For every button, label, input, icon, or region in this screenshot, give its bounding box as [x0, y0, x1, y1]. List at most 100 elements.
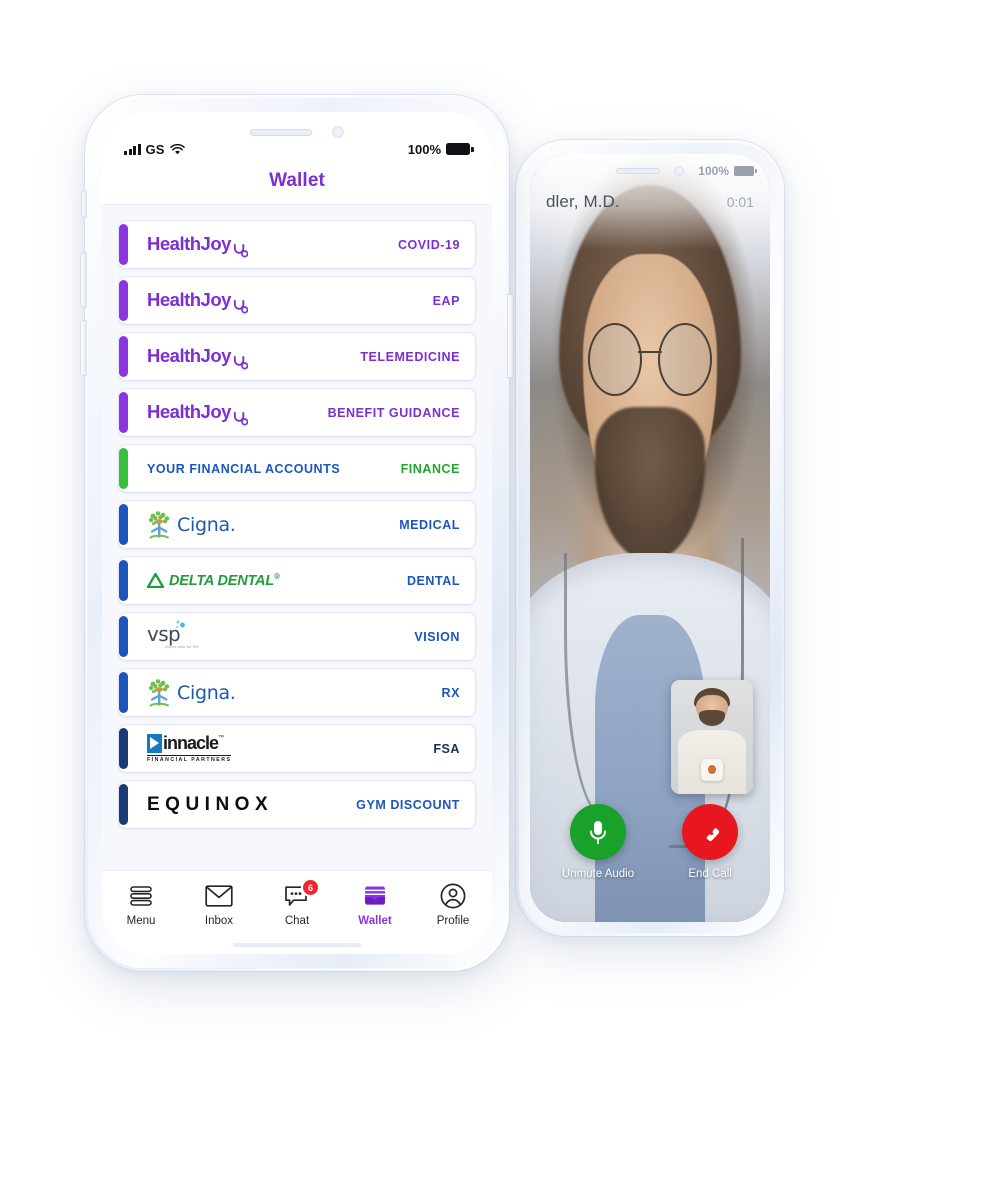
- vsp-tagline: vision care for life: [165, 645, 199, 649]
- volume-up-button[interactable]: [81, 253, 86, 307]
- card-color-bar: [119, 224, 128, 265]
- self-view-held-device: [700, 758, 724, 782]
- end-call-circle[interactable]: [682, 804, 739, 860]
- call-controls: Unmute Audio End Call: [530, 804, 770, 880]
- healthjoy-logo: HealthJoy: [133, 221, 248, 268]
- card-category: FINANCE: [400, 461, 460, 476]
- vsp-dots-icon: [175, 620, 185, 629]
- tab-wallet-label: Wallet: [358, 915, 392, 927]
- cigna-tree-icon: [148, 678, 170, 706]
- wallet-card-benefit-guidance[interactable]: HealthJoy BENEFIT GUIDANCE: [119, 389, 475, 436]
- cigna-logo: Cigna: [133, 501, 236, 548]
- video-battery-percent: 100%: [698, 164, 729, 178]
- card-category: COVID-19: [397, 237, 460, 252]
- volume-down-button[interactable]: [81, 321, 86, 375]
- card-color-bar: [119, 560, 128, 601]
- wallet-card-eap[interactable]: HealthJoy EAP: [119, 277, 475, 324]
- telemedicine-phone: 100% dler, M.D. 0:01 Unmute Audio End Ca…: [516, 140, 784, 936]
- microphone-icon: [590, 821, 606, 844]
- card-color-bar: [119, 616, 128, 657]
- mute-switch-button[interactable]: [82, 191, 86, 217]
- card-color-bar: [119, 504, 128, 545]
- cigna-wordmark: Cigna: [177, 514, 236, 536]
- delta-dental-wordmark: DELTA DENTAL®: [169, 572, 280, 589]
- power-button[interactable]: [508, 295, 513, 377]
- tab-menu-label: Menu: [126, 915, 156, 927]
- card-category: FSA: [433, 741, 460, 756]
- card-color-bar: [119, 784, 128, 825]
- status-bar-left: GS: [124, 142, 185, 157]
- tab-wallet[interactable]: Wallet: [343, 883, 407, 927]
- wifi-icon: [169, 143, 185, 154]
- tab-menu[interactable]: Menu: [109, 883, 173, 927]
- financial-accounts-label: YOUR FINANCIAL ACCOUNTS: [147, 461, 341, 476]
- wallet-card-covid-19[interactable]: HealthJoy COVID-19: [119, 221, 475, 268]
- card-category: EAP: [432, 293, 460, 308]
- delta-dental-logo: DELTA DENTAL®: [133, 557, 280, 604]
- person-circle-icon: [440, 883, 466, 909]
- equinox-logo: EQUINOX: [133, 781, 273, 828]
- end-call-label: End Call: [688, 868, 732, 880]
- battery-full-icon: [734, 166, 757, 176]
- video-status-bar: 100%: [546, 164, 757, 178]
- wallet-phone-notch: [102, 126, 492, 138]
- wallet-card-vision[interactable]: vsp vision care for life VISION: [119, 613, 475, 660]
- unmute-audio-button[interactable]: Unmute Audio: [562, 804, 634, 880]
- end-call-icon: [706, 828, 720, 842]
- wallet-screen: GS 100% Wallet HealthJoy COVID-19 Health…: [102, 112, 492, 954]
- healthjoy-logo: HealthJoy: [133, 333, 248, 380]
- card-category: RX: [441, 685, 460, 700]
- self-view-preview[interactable]: [671, 680, 753, 794]
- vsp-logo: vsp vision care for life: [133, 613, 199, 660]
- unmute-audio-label: Unmute Audio: [561, 868, 635, 880]
- wallet-phone: GS 100% Wallet HealthJoy COVID-19 Health…: [81, 95, 513, 971]
- wallet-card-rx[interactable]: Cigna RX: [119, 669, 475, 716]
- wallet-card-finance[interactable]: YOUR FINANCIAL ACCOUNTS FINANCE: [119, 445, 475, 492]
- end-call-button[interactable]: End Call: [682, 804, 739, 880]
- home-indicator: [233, 943, 361, 947]
- battery-full-icon: [446, 143, 474, 155]
- carrier-label: GS: [145, 141, 165, 157]
- delta-triangle-icon: [147, 572, 164, 588]
- pinnacle-subtitle: FINANCIAL PARTNERS: [147, 755, 232, 763]
- chat-unread-badge: 6: [303, 880, 318, 895]
- battery-percent-label: 100%: [407, 141, 441, 157]
- bottom-tab-bar: Menu Inbox 6 Chat Wallet Profile: [102, 870, 492, 954]
- stethoscope-icon: [233, 243, 248, 258]
- unmute-audio-circle[interactable]: [570, 804, 626, 860]
- pinnacle-logo: innacle ™ FINANCIAL PARTNERS: [133, 725, 232, 772]
- wallet-card-telemedicine[interactable]: HealthJoy TELEMEDICINE: [119, 333, 475, 380]
- video-call-screen: 100% dler, M.D. 0:01 Unmute Audio End Ca…: [530, 154, 770, 922]
- wallet-card-medical[interactable]: Cigna MEDICAL: [119, 501, 475, 548]
- card-color-bar: [119, 672, 128, 713]
- tab-profile-label: Profile: [436, 915, 470, 927]
- stethoscope-icon: [233, 299, 248, 314]
- healthjoy-logo: HealthJoy: [133, 389, 248, 436]
- wallet-icon: [362, 883, 388, 909]
- cellular-signal-icon: [124, 143, 141, 155]
- wallet-card-gym-discount[interactable]: EQUINOX GYM DISCOUNT: [119, 781, 475, 828]
- trademark-symbol: ™: [218, 735, 225, 742]
- card-color-bar: [119, 280, 128, 321]
- card-color-bar: [119, 392, 128, 433]
- tab-inbox[interactable]: Inbox: [187, 883, 251, 927]
- wallet-card-fsa[interactable]: innacle ™ FINANCIAL PARTNERS FSA: [119, 725, 475, 772]
- cigna-logo: Cigna: [133, 669, 236, 716]
- healthjoy-logo: HealthJoy: [133, 277, 248, 324]
- tab-chat-label: Chat: [284, 915, 310, 927]
- tab-inbox-label: Inbox: [204, 915, 234, 927]
- wallet-card-list[interactable]: HealthJoy COVID-19 HealthJoy EAP HealthJ…: [102, 204, 492, 870]
- video-call-topbar: 100% dler, M.D. 0:01: [530, 154, 770, 250]
- card-category: MEDICAL: [399, 517, 460, 532]
- doctor-glasses-icon: [587, 322, 713, 397]
- front-camera-icon: [332, 126, 344, 138]
- card-category: VISION: [414, 629, 460, 644]
- call-timer: 0:01: [726, 194, 754, 210]
- tab-chat[interactable]: 6 Chat: [265, 880, 329, 927]
- wallet-card-dental[interactable]: DELTA DENTAL® DENTAL: [119, 557, 475, 604]
- tab-profile[interactable]: Profile: [421, 883, 485, 927]
- stethoscope-icon: [233, 355, 248, 370]
- menu-lines-icon: [128, 883, 154, 909]
- stethoscope-icon: [233, 411, 248, 426]
- card-category: DENTAL: [406, 573, 460, 588]
